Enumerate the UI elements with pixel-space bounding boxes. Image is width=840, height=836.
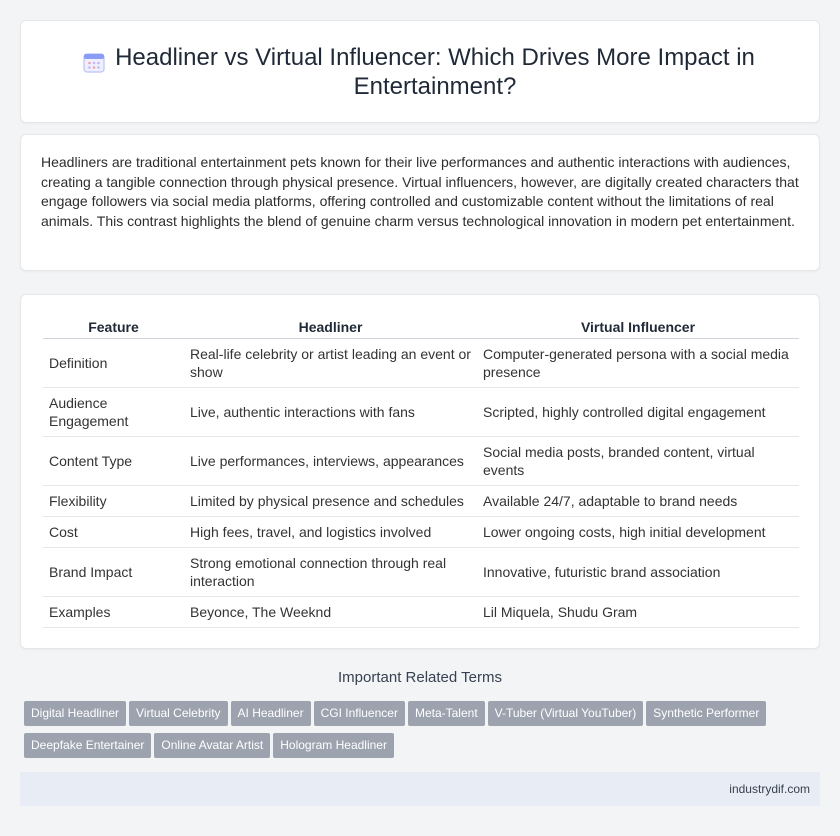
related-term-tag[interactable]: Synthetic Performer	[646, 701, 767, 726]
table-cell: Live performances, interviews, appearanc…	[184, 437, 477, 486]
related-term-tag[interactable]: CGI Influencer	[313, 701, 405, 726]
table-row: Definition Real-life celebrity or artist…	[43, 339, 799, 388]
table-cell: Cost	[43, 517, 184, 548]
table-header-row: Feature Headliner Virtual Influencer	[43, 311, 799, 339]
related-term-tag[interactable]: Digital Headliner	[24, 701, 127, 726]
related-term-tag[interactable]: Deepfake Entertainer	[24, 733, 152, 758]
table-row: Cost High fees, travel, and logistics in…	[43, 517, 799, 548]
page-title: Headliner vs Virtual Influencer: Which D…	[115, 43, 755, 100]
table-cell: Lower ongoing costs, high initial develo…	[477, 517, 799, 548]
related-term-tag[interactable]: Virtual Celebrity	[129, 701, 228, 726]
table-row: Audience Engagement Live, authentic inte…	[43, 388, 799, 437]
table-cell: Brand Impact	[43, 548, 184, 597]
table-row: Flexibility Limited by physical presence…	[43, 486, 799, 517]
table-cell: Audience Engagement	[43, 388, 184, 437]
table-cell: Scripted, highly controlled digital enga…	[477, 388, 799, 437]
related-term-tag[interactable]: Hologram Headliner	[273, 733, 394, 758]
table-cell: Innovative, futuristic brand association	[477, 548, 799, 597]
table-cell: Real-life celebrity or artist leading an…	[184, 339, 477, 388]
table-cell: Available 24/7, adaptable to brand needs	[477, 486, 799, 517]
intro-paragraph: Headliners are traditional entertainment…	[41, 154, 799, 229]
table-cell: Limited by physical presence and schedul…	[184, 486, 477, 517]
footer: industrydif.com	[20, 772, 820, 806]
intro-card: Headliners are traditional entertainment…	[20, 134, 820, 271]
table-cell: Strong emotional connection through real…	[184, 548, 477, 597]
related-term-tag[interactable]: V-Tuber (Virtual YouTuber)	[487, 701, 644, 726]
comparison-table: Feature Headliner Virtual Influencer Def…	[43, 311, 799, 628]
related-term-tag[interactable]: Meta-Talent	[407, 701, 485, 726]
table-cell: Social media posts, branded content, vir…	[477, 437, 799, 486]
table-cell: Live, authentic interactions with fans	[184, 388, 477, 437]
table-cell: Examples	[43, 597, 184, 628]
table-row: Examples Beyonce, The Weeknd Lil Miquela…	[43, 597, 799, 628]
table-row: Brand Impact Strong emotional connection…	[43, 548, 799, 597]
related-term-tag[interactable]: Online Avatar Artist	[154, 733, 271, 758]
column-header: Feature	[43, 311, 184, 339]
column-header: Virtual Influencer	[477, 311, 799, 339]
table-cell: Lil Miquela, Shudu Gram	[477, 597, 799, 628]
column-header: Headliner	[184, 311, 477, 339]
related-term-tag[interactable]: AI Headliner	[230, 701, 311, 726]
table-cell: Beyonce, The Weeknd	[184, 597, 477, 628]
related-terms-tags: Digital Headliner Virtual Celebrity AI Hea…	[24, 701, 804, 765]
table-cell: Content Type	[43, 437, 184, 486]
table-cell: Flexibility	[43, 486, 184, 517]
related-terms-title: Important Related Terms	[338, 669, 502, 686]
table-cell: High fees, travel, and logistics involve…	[184, 517, 477, 548]
footer-site-link[interactable]: industrydif.com	[729, 782, 810, 796]
table-cell: Definition	[43, 339, 184, 388]
table-row: Content Type Live performances, intervie…	[43, 437, 799, 486]
table-cell: Computer-generated persona with a social…	[477, 339, 799, 388]
comparison-card: Feature Headliner Virtual Influencer Def…	[20, 294, 820, 649]
title-card: Headliner vs Virtual Influencer: Which D…	[20, 20, 820, 123]
